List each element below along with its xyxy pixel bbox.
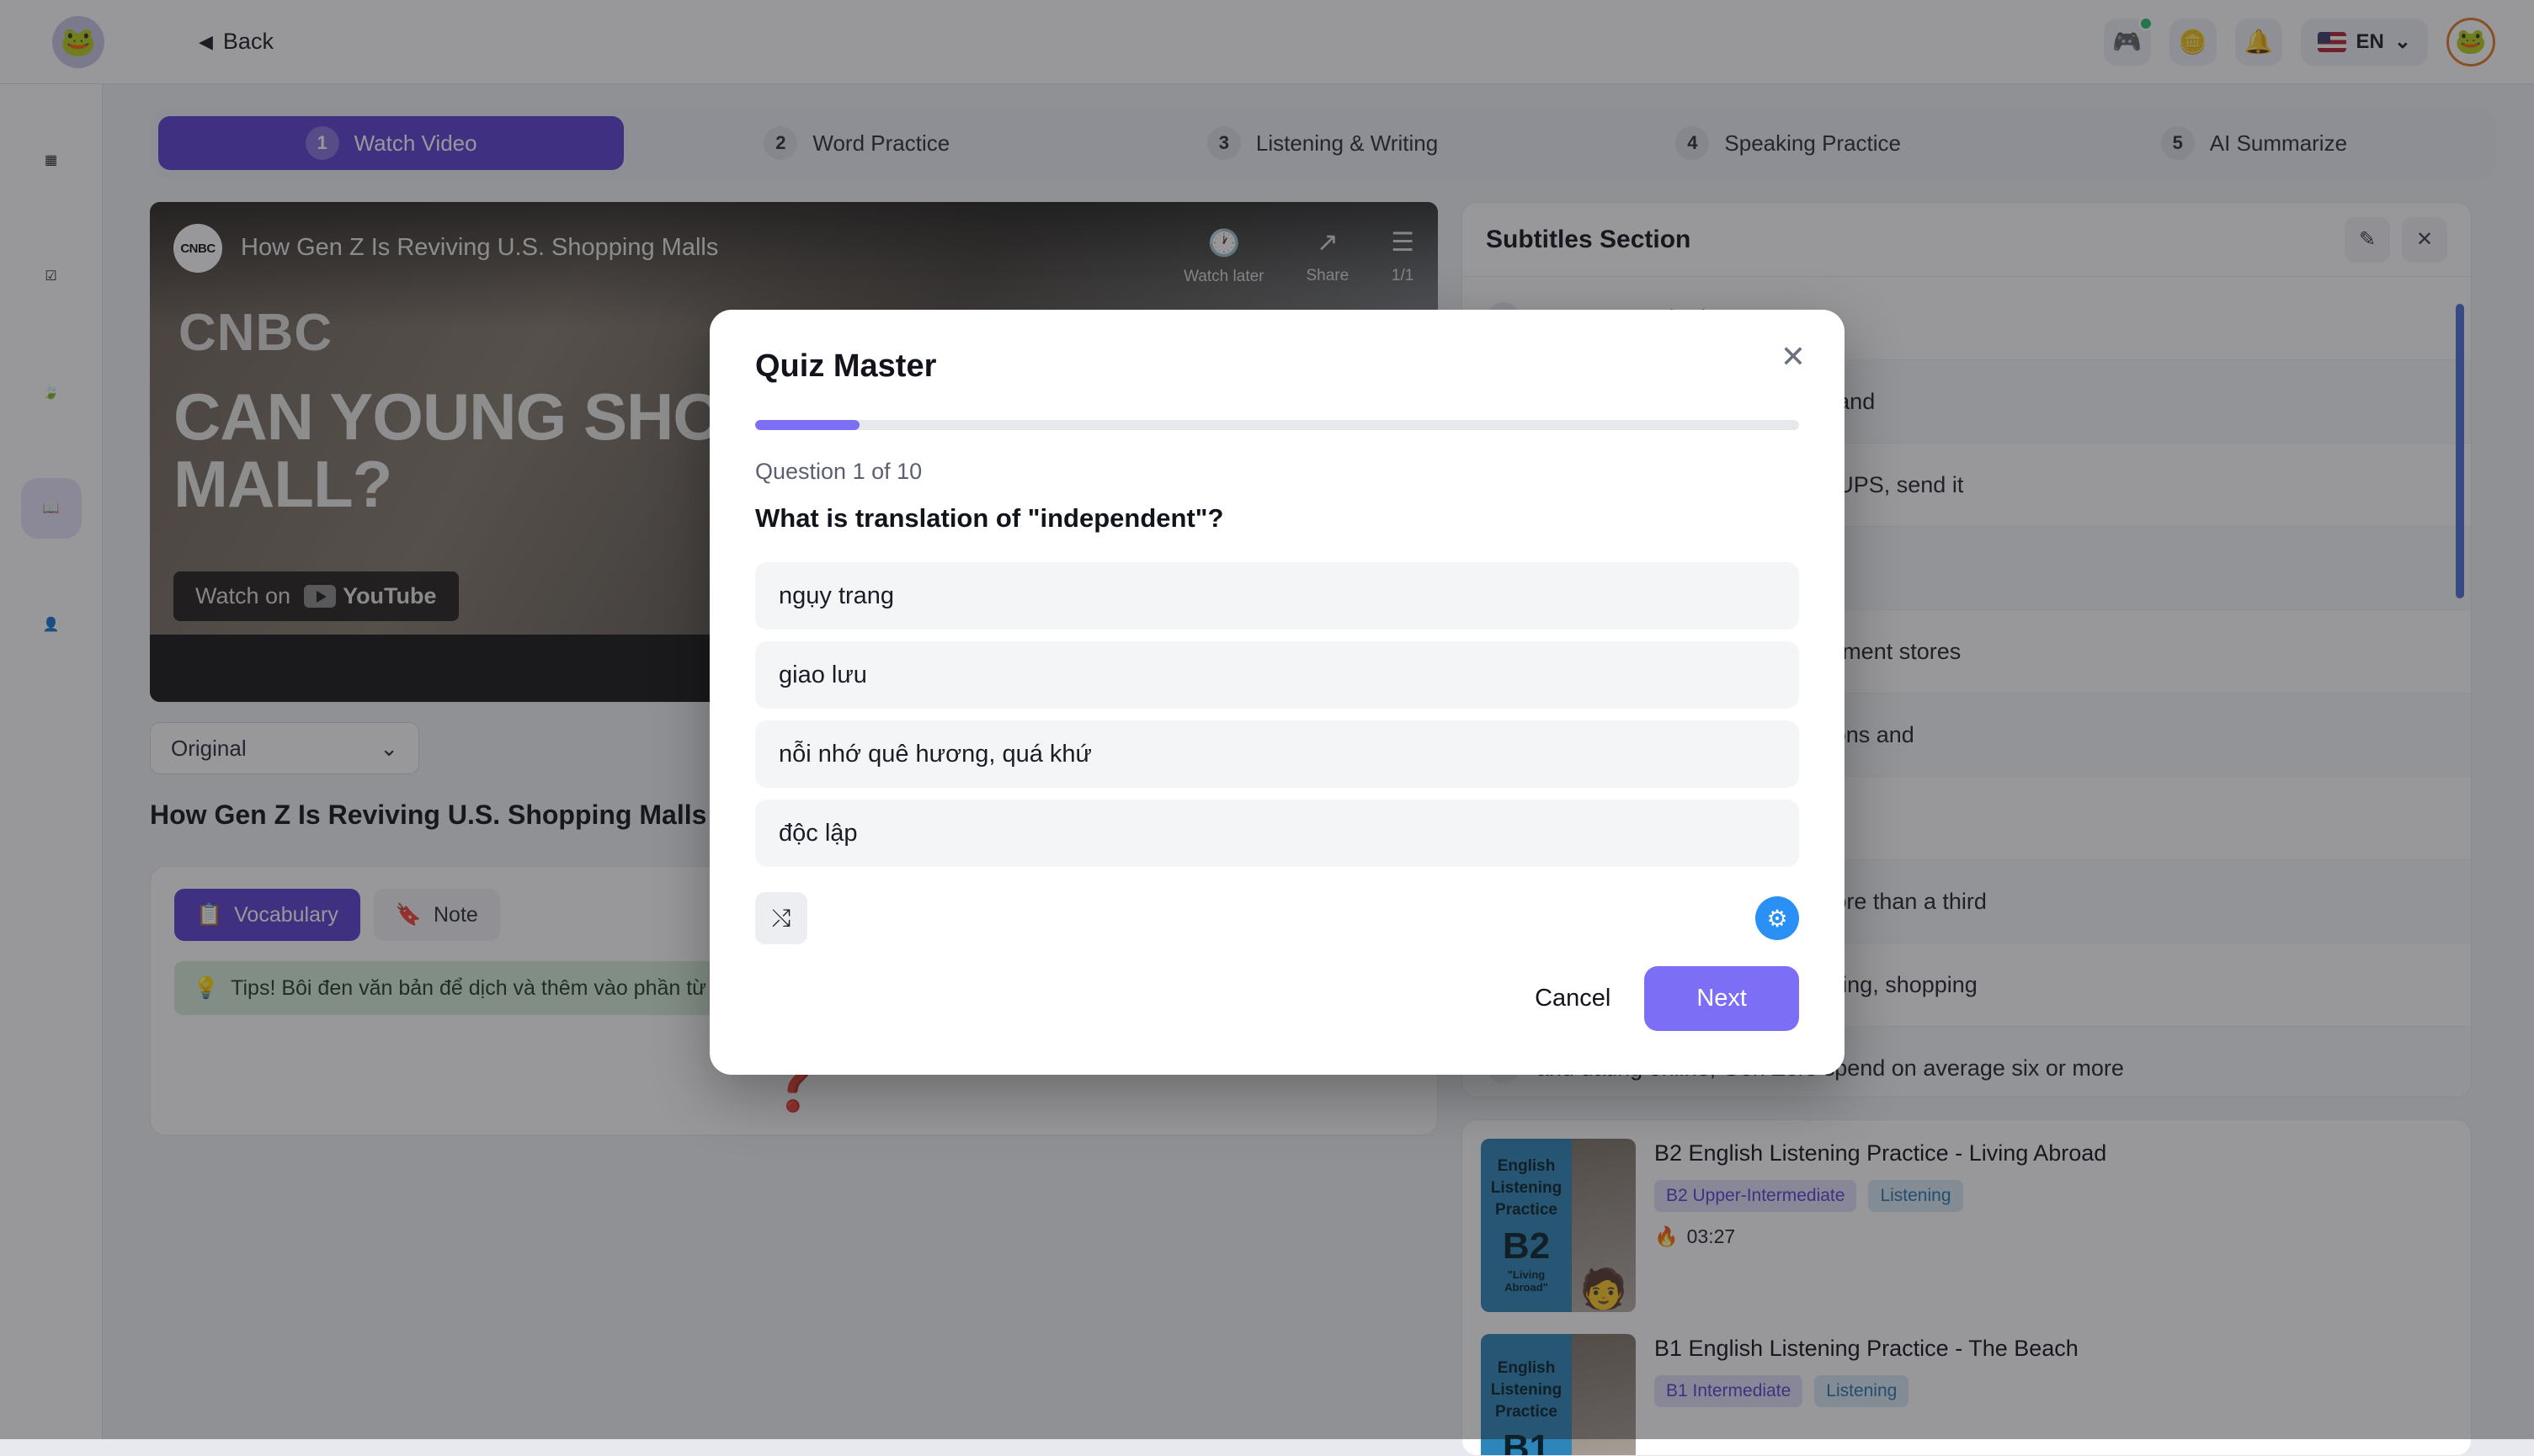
quiz-progress-fill [755,420,860,430]
quiz-tool-row: ⤭ ⚙ [755,892,1799,944]
shuffle-icon[interactable]: ⤭ [755,892,807,944]
answer-option[interactable]: giao lưu [755,641,1799,709]
question-text: What is translation of "independent"? [755,503,1799,534]
modal-title: Quiz Master [755,348,1799,385]
gear-icon[interactable]: ⚙ [1755,896,1799,940]
answer-option[interactable]: nỗi nhớ quê hương, quá khứ [755,720,1799,788]
answer-option[interactable]: ngụy trang [755,562,1799,630]
answer-options: ngụy trang giao lưu nỗi nhớ quê hương, q… [755,562,1799,867]
answer-option[interactable]: độc lập [755,800,1799,867]
quiz-progress-bar [755,420,1799,430]
quiz-modal: Quiz Master ✕ Question 1 of 10 What is t… [710,310,1845,1075]
cancel-button[interactable]: Cancel [1535,985,1610,1012]
close-icon[interactable]: ✕ [1781,342,1806,372]
question-counter: Question 1 of 10 [755,459,1799,485]
modal-actions: Cancel Next [755,966,1799,1031]
next-button[interactable]: Next [1644,966,1799,1031]
